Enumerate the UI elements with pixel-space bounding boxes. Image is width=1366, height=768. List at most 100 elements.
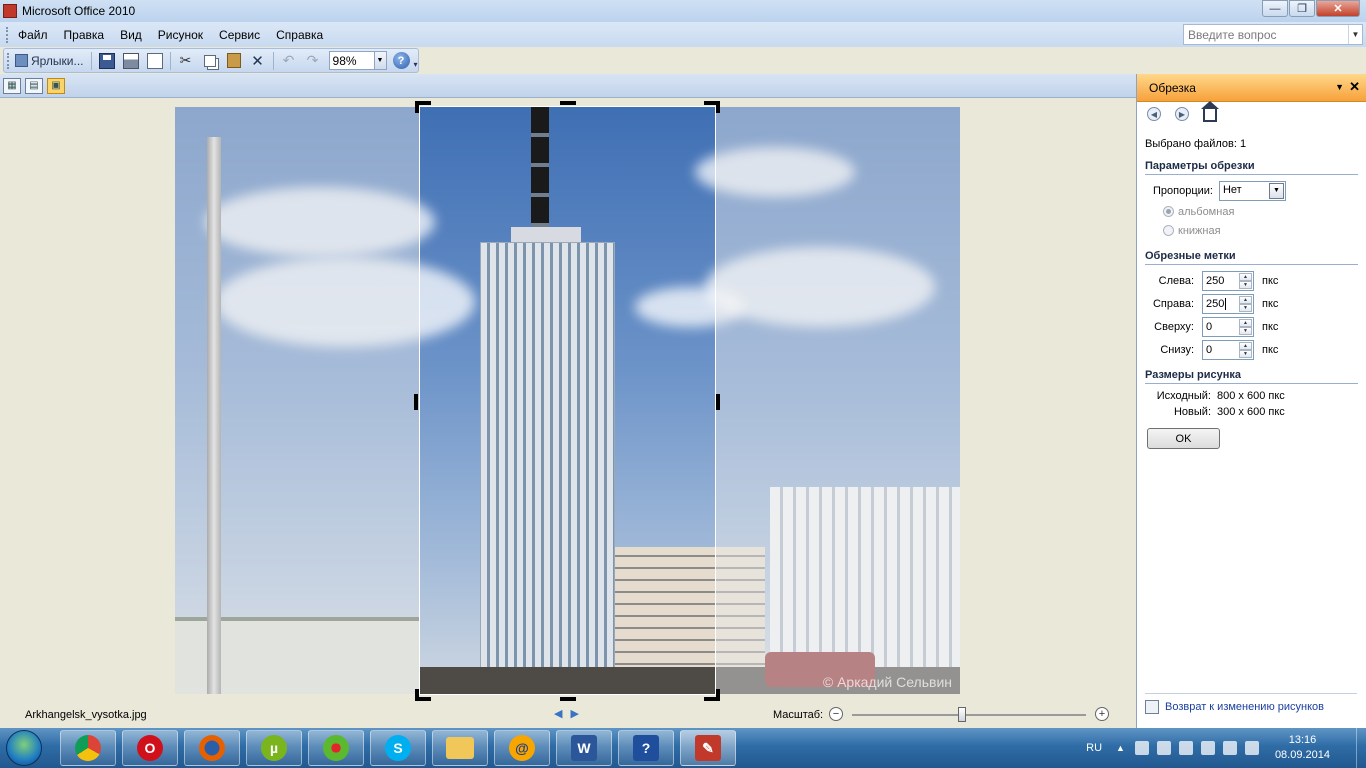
bottom-crop-input[interactable]: 0 ▲ ▼ [1202, 339, 1254, 360]
taskbar-icq[interactable] [308, 730, 364, 766]
taskbar-chrome[interactable] [60, 730, 116, 766]
new-size-row: Новый: 300 x 600 пкс [1145, 404, 1358, 420]
taskbar-firefox[interactable] [184, 730, 240, 766]
crop-handle-top-right[interactable] [716, 101, 720, 113]
right-crop-input[interactable]: 250 ▲ ▼ [1202, 293, 1254, 314]
taskbar-explorer[interactable] [432, 730, 488, 766]
home-icon[interactable] [1201, 101, 1219, 122]
crop-handle-top[interactable] [560, 101, 576, 105]
zoom-slider-track[interactable] [852, 714, 1086, 716]
chevron-down-icon[interactable]: ▼ [1268, 182, 1284, 199]
send-mail-button[interactable] [144, 51, 166, 71]
menu-file[interactable]: Файл [10, 28, 56, 42]
minimize-button[interactable]: — [1262, 0, 1288, 17]
save-button[interactable] [96, 51, 118, 71]
ok-button[interactable]: OK [1147, 428, 1220, 449]
spin-down-icon[interactable]: ▼ [1239, 280, 1252, 289]
toolbar-separator [272, 51, 274, 70]
close-button[interactable]: ✕ [1316, 0, 1360, 17]
back-icon[interactable]: ◀ [1147, 107, 1161, 121]
copy-button[interactable] [199, 51, 221, 71]
top-crop-input[interactable]: 0 ▲ ▼ [1202, 316, 1254, 337]
taskbar-word[interactable]: W [556, 730, 612, 766]
status-bar: Arkhangelsk_vysotka.jpg ◀▶ Масштаб: − + [0, 702, 1136, 728]
undo-button[interactable]: ↶ [278, 51, 300, 71]
spin-down-icon[interactable]: ▼ [1239, 326, 1252, 335]
toolbar-options-icon[interactable]: ▾ [414, 60, 418, 69]
taskbar-mail-agent[interactable]: @ [494, 730, 550, 766]
crop-handle-bottom-right[interactable] [716, 689, 720, 701]
ask-question-placeholder: Введите вопрос [1188, 28, 1277, 42]
menu-edit[interactable]: Правка [56, 28, 113, 42]
clock[interactable]: 13:16 08.09.2014 [1275, 733, 1330, 763]
language-indicator[interactable]: RU [1086, 742, 1102, 754]
zoom-in-icon[interactable]: + [1095, 707, 1109, 721]
zoom-slider-thumb[interactable] [957, 707, 966, 722]
next-picture-icon[interactable]: ▶ [570, 708, 586, 720]
paste-button[interactable] [223, 51, 245, 71]
left-crop-input[interactable]: 250 ▲ ▼ [1202, 270, 1254, 291]
taskbar-utorrent[interactable]: µ [246, 730, 302, 766]
filmstrip-view-icon[interactable]: ▤ [25, 77, 43, 94]
chevron-down-icon[interactable]: ▼ [1348, 25, 1362, 44]
start-button[interactable] [6, 730, 42, 766]
crop-frame[interactable] [419, 106, 716, 695]
landscape-radio[interactable]: альбомная [1145, 202, 1358, 221]
network-icon[interactable] [1244, 741, 1259, 755]
edit-pictures-icon [1145, 700, 1159, 714]
spin-down-icon[interactable]: ▼ [1239, 303, 1252, 312]
print-button[interactable] [120, 51, 142, 71]
menu-view[interactable]: Вид [112, 28, 150, 42]
usb-icon[interactable] [1178, 741, 1193, 755]
menu-picture[interactable]: Рисунок [150, 28, 211, 42]
zoom-out-icon[interactable]: − [829, 707, 843, 721]
help-button[interactable]: ? [392, 52, 410, 69]
zoom-value: 98% [332, 54, 357, 68]
show-desktop-button[interactable] [1356, 728, 1366, 768]
maximize-button[interactable]: ❐ [1289, 0, 1315, 17]
top-crop-row: Сверху: 0 ▲ ▼ пкс [1145, 315, 1358, 338]
signal-icon[interactable] [1222, 741, 1237, 755]
office-app-icon[interactable] [3, 4, 17, 18]
shortcuts-button[interactable]: Ярлыки... [12, 51, 87, 71]
original-size-label: Исходный: [1156, 390, 1211, 402]
forward-icon[interactable]: ▶ [1175, 107, 1189, 121]
previous-picture-icon[interactable]: ◀ [554, 708, 570, 720]
menu-tools[interactable]: Сервис [211, 28, 268, 42]
menu-help[interactable]: Справка [268, 28, 331, 42]
proportions-select[interactable]: Нет ▼ [1218, 180, 1286, 201]
show-hidden-icons-icon[interactable]: ▲ [1116, 743, 1125, 753]
crop-handle-bottom-left[interactable] [415, 689, 419, 701]
single-picture-view-icon[interactable]: ▣ [47, 77, 65, 94]
taskbar-opera[interactable]: O [122, 730, 178, 766]
redo-button[interactable]: ↷ [302, 51, 324, 71]
cut-button[interactable]: ✂ [175, 51, 197, 71]
crop-handle-right[interactable] [716, 394, 720, 410]
crop-handle-bottom[interactable] [560, 697, 576, 701]
delete-button[interactable]: ✕ [247, 51, 269, 71]
taskbar-skype[interactable]: S [370, 730, 426, 766]
chevron-down-icon[interactable]: ▼ [373, 52, 386, 69]
thumbnails-view-icon[interactable]: ▦ [3, 77, 21, 94]
volume-icon[interactable] [1200, 741, 1215, 755]
spin-up-icon[interactable]: ▲ [1239, 272, 1252, 281]
antivirus-icon[interactable] [1156, 741, 1171, 755]
portrait-radio[interactable]: книжная [1145, 221, 1358, 240]
crop-handle-left[interactable] [414, 394, 418, 410]
taskbar-help[interactable]: ? [618, 730, 674, 766]
ask-question-box[interactable]: Введите вопрос ▼ [1183, 24, 1363, 45]
crop-handle-top-left[interactable] [415, 101, 419, 113]
chevron-down-icon[interactable]: ▼ [1335, 82, 1344, 92]
close-icon[interactable]: ✕ [1349, 79, 1360, 95]
spin-up-icon[interactable]: ▲ [1239, 341, 1252, 350]
taskbar-picture-manager[interactable]: ✎ [680, 730, 736, 766]
return-to-edit-link[interactable]: Возврат к изменению рисунков [1145, 700, 1324, 714]
zoom-combo[interactable]: 98% ▼ [328, 51, 387, 70]
proportions-label: Пропорции: [1153, 184, 1213, 197]
spin-up-icon[interactable]: ▲ [1239, 318, 1252, 327]
toolbar-grip[interactable] [7, 52, 11, 69]
spin-up-icon[interactable]: ▲ [1239, 295, 1252, 304]
action-center-icon[interactable] [1134, 741, 1149, 755]
paste-icon [226, 53, 241, 68]
spin-down-icon[interactable]: ▼ [1239, 349, 1252, 358]
